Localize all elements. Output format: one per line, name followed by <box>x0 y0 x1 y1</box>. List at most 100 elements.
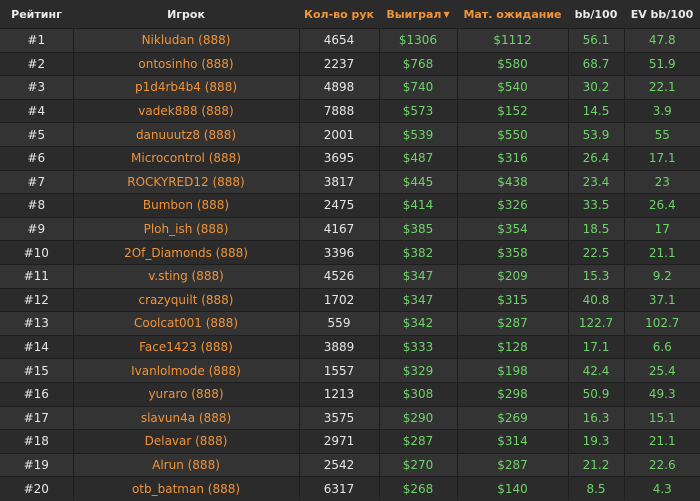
rank-cell: #15 <box>0 358 73 383</box>
hands-cell: 3889 <box>298 334 379 359</box>
won-cell: $329 <box>378 358 457 383</box>
player-name[interactable]: crazyquilt (888) <box>72 287 299 312</box>
player-name[interactable]: Face1423 (888) <box>72 334 299 359</box>
hands-cell: 3396 <box>298 240 379 265</box>
ev-cell: $287 <box>456 452 568 477</box>
table-row: #11 v.sting (888) 4526 $347 $209 15.3 9.2 <box>0 263 700 289</box>
won-cell: $539 <box>378 122 457 147</box>
player-name[interactable]: Alrun (888) <box>72 452 299 477</box>
hands-cell: 6317 <box>298 476 379 500</box>
table-row: #8 Bumbon (888) 2475 $414 $326 33.5 26.4 <box>0 193 700 218</box>
table-row: #2 ontosinho (888) 2237 $768 $580 68.7 51.9 <box>0 51 700 76</box>
player-name[interactable]: Delavar (888) <box>72 429 299 454</box>
ev-cell: $152 <box>456 98 568 123</box>
hands-cell: 559 <box>298 311 379 336</box>
won-cell: $270 <box>378 452 457 477</box>
hands-cell: 4167 <box>298 216 379 241</box>
player-name[interactable]: p1d4rb4b4 (888) <box>72 75 299 100</box>
evbb100-cell: 15.1 <box>623 405 700 430</box>
table-row: #16 yuraro (888) 1213 $308 $298 50.9 49.3 <box>0 381 700 406</box>
player-name[interactable]: Coolcat001 (888) <box>72 311 299 336</box>
won-cell: $268 <box>378 476 457 500</box>
rank-cell: #3 <box>0 75 73 100</box>
player-name[interactable]: danuuutz8 (888) <box>72 122 299 147</box>
won-cell: $768 <box>378 51 457 76</box>
bb100-cell: 40.8 <box>567 287 624 312</box>
won-cell: $445 <box>378 169 457 194</box>
hands-cell: 4654 <box>298 28 379 53</box>
table-row: #7 ROCKYRED12 (888) 3817 $445 $438 23.4 23 <box>0 169 700 194</box>
rank-cell: #4 <box>0 98 73 123</box>
header-player: Игрок <box>73 0 299 29</box>
rank-cell: #8 <box>0 193 73 218</box>
bb100-cell: 16.3 <box>567 405 624 430</box>
player-name[interactable]: v.sting (888) <box>72 263 299 289</box>
bb100-cell: 56.1 <box>567 28 624 53</box>
ev-cell: $209 <box>456 263 568 289</box>
header-ev-label: Мат. ожидание <box>463 7 562 21</box>
bb100-cell: 26.4 <box>567 145 624 171</box>
won-cell: $342 <box>378 311 457 336</box>
rank-cell: #20 <box>0 476 73 500</box>
bb100-cell: 53.9 <box>567 122 624 147</box>
player-name[interactable]: 2Of_Diamonds (888) <box>72 240 299 265</box>
rank-cell: #1 <box>0 28 73 53</box>
bb100-cell: 8.5 <box>567 476 624 500</box>
player-name[interactable]: yuraro (888) <box>72 381 299 406</box>
header-hands[interactable]: Кол-во рук <box>299 0 379 29</box>
evbb100-cell: 51.9 <box>623 51 700 76</box>
won-cell: $385 <box>378 216 457 241</box>
table-row: #14 Face1423 (888) 3889 $333 $128 17.1 6.6 <box>0 334 700 359</box>
rank-cell: #18 <box>0 429 73 454</box>
table-row: #10 2Of_Diamonds (888) 3396 $382 $358 22.5 21.… <box>0 240 700 265</box>
header-bb100: bb/100 <box>568 0 624 29</box>
table-row: #13 Coolcat001 (888) 559 $342 $287 122.7 102.7 <box>0 311 700 336</box>
bb100-cell: 21.2 <box>567 452 624 477</box>
hands-cell: 1557 <box>298 358 379 383</box>
player-name[interactable]: ontosinho (888) <box>72 51 299 76</box>
table-body: #1 Nikludan (888) 4654 $1306 $1112 56.1 47.8 #2… <box>0 28 700 500</box>
table-row: #12 crazyquilt (888) 1702 $347 $315 40.8 37.1 <box>0 287 700 312</box>
header-ev[interactable]: Мат. ожидание <box>457 0 568 29</box>
rank-cell: #12 <box>0 287 73 312</box>
player-name[interactable]: otb_batman (888) <box>72 476 299 500</box>
player-name[interactable]: vadek888 (888) <box>72 98 299 123</box>
table-row: #18 Delavar (888) 2971 $287 $314 19.3 21.1 <box>0 429 700 454</box>
evbb100-cell: 22.6 <box>623 452 700 477</box>
ev-cell: $128 <box>456 334 568 359</box>
evbb100-cell: 25.4 <box>623 358 700 383</box>
evbb100-cell: 9.2 <box>623 263 700 289</box>
table-row: #6 Microcontrol (888) 3695 $487 $316 26.4 17.1 <box>0 145 700 171</box>
header-won[interactable]: Выиграл ▼ <box>379 0 457 29</box>
player-name[interactable]: ROCKYRED12 (888) <box>72 169 299 194</box>
evbb100-cell: 17.1 <box>623 145 700 171</box>
player-name[interactable]: slavun4a (888) <box>72 405 299 430</box>
ev-cell: $540 <box>456 75 568 100</box>
hands-cell: 4898 <box>298 75 379 100</box>
player-name[interactable]: Microcontrol (888) <box>72 145 299 171</box>
evbb100-cell: 102.7 <box>623 311 700 336</box>
hands-cell: 2001 <box>298 122 379 147</box>
ev-cell: $314 <box>456 429 568 454</box>
won-cell: $487 <box>378 145 457 171</box>
evbb100-cell: 47.8 <box>623 28 700 53</box>
table-row: #15 Ivanlolmode (888) 1557 $329 $198 42.4 25.4 <box>0 358 700 383</box>
evbb100-cell: 6.6 <box>623 334 700 359</box>
header-rank: Рейтинг <box>0 0 73 29</box>
player-name[interactable]: Ploh_ish (888) <box>72 216 299 241</box>
rank-cell: #16 <box>0 381 73 406</box>
bb100-cell: 33.5 <box>567 193 624 218</box>
won-cell: $573 <box>378 98 457 123</box>
hands-cell: 2542 <box>298 452 379 477</box>
ev-cell: $140 <box>456 476 568 500</box>
won-cell: $740 <box>378 75 457 100</box>
player-name[interactable]: Nikludan (888) <box>72 28 299 53</box>
ev-cell: $1112 <box>456 28 568 53</box>
rank-cell: #13 <box>0 311 73 336</box>
evbb100-cell: 22.1 <box>623 75 700 100</box>
won-cell: $1306 <box>378 28 457 53</box>
rank-cell: #11 <box>0 263 73 289</box>
hands-cell: 4526 <box>298 263 379 289</box>
player-name[interactable]: Bumbon (888) <box>72 193 299 218</box>
player-name[interactable]: Ivanlolmode (888) <box>72 358 299 383</box>
